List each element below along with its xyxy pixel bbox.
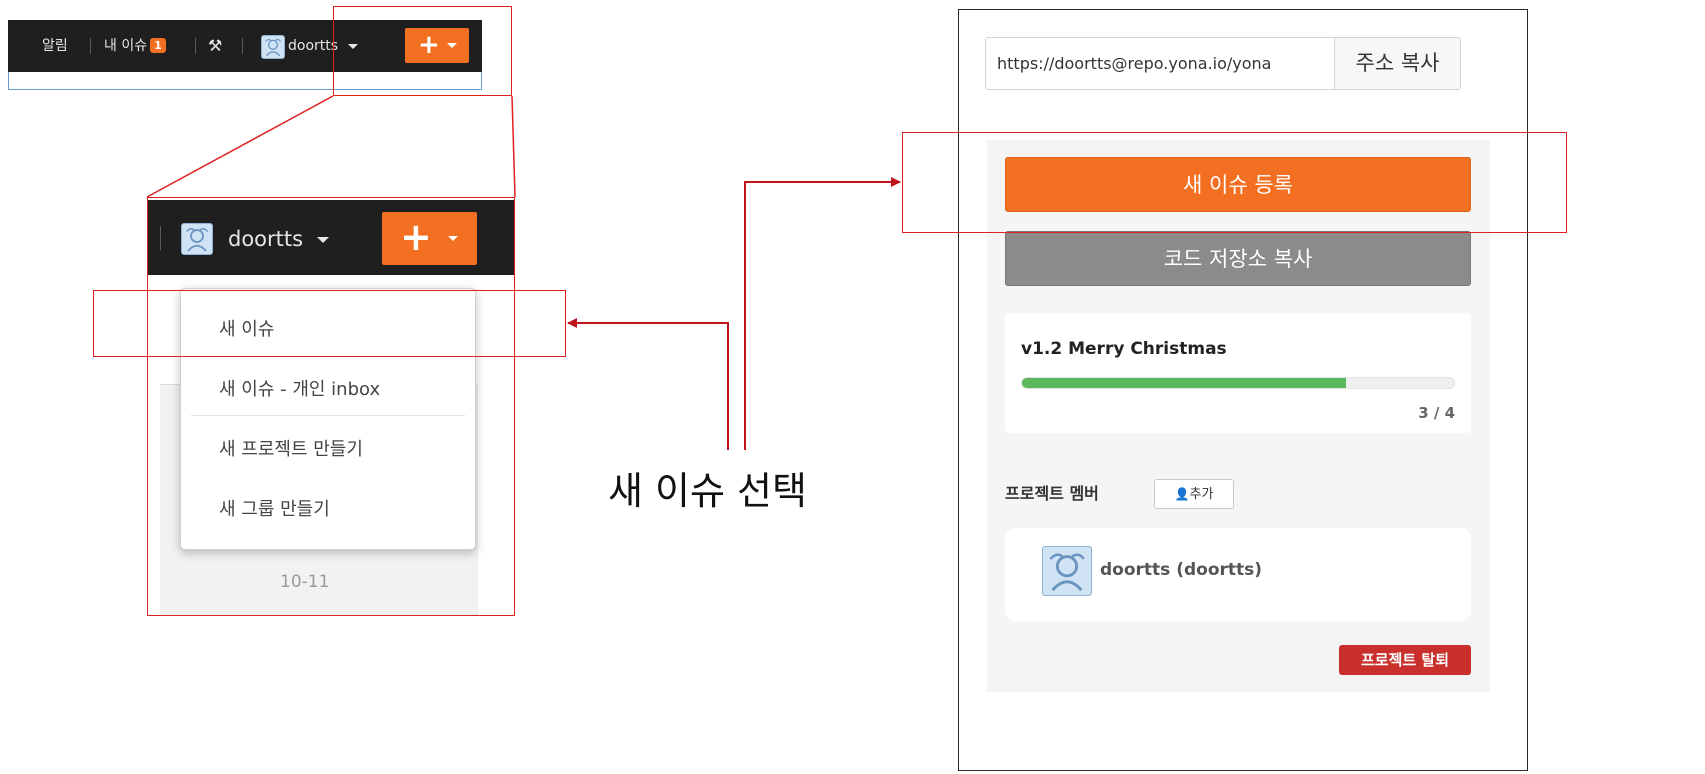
project-members-heading: 프로젝트 멤버 [1005,484,1099,503]
milestone-count: 3 / 4 [1418,404,1455,422]
nav-divider [90,38,91,54]
user-avatar[interactable] [261,35,285,59]
callout-label: 새 이슈 선택 [608,469,807,513]
highlight-new-issue-button [902,132,1567,233]
arrow-to-new-issue-button [744,177,901,450]
my-issues-label: 내 이슈 [104,38,148,54]
copy-url-button[interactable]: 주소 복사 [1334,37,1461,90]
clone-url-text: https://doortts@repo.yona.io/yona [997,54,1272,73]
nav-divider [195,38,196,54]
nav-divider [242,38,243,54]
arrow-to-menu-item [567,318,729,450]
highlight-new-issue-item [93,290,566,357]
username-label: doortts [288,38,339,54]
member-name[interactable]: doortts (doortts) [1100,560,1262,580]
tools-icon[interactable]: ⚒ [208,20,222,72]
milestone-title[interactable]: v1.2 Merry Christmas [1021,339,1227,359]
highlight-zoom-frame [147,197,515,616]
milestone-progress-fill [1022,378,1346,388]
add-member-button[interactable]: 👤추가 [1154,479,1234,509]
zoom-connector-line [511,95,516,198]
zoom-connector-line [146,95,334,198]
my-issues-link[interactable]: 내 이슈 1 [104,20,166,72]
leave-project-button[interactable]: 프로젝트 탈퇴 [1339,645,1471,675]
add-member-label: 추가 [1189,487,1214,502]
add-user-icon: 👤 [1174,487,1190,501]
notifications-link[interactable]: 알림 [42,20,68,72]
milestone-progress-bar [1021,377,1455,389]
highlight-create-button [333,6,512,96]
member-avatar[interactable] [1042,546,1092,596]
my-issues-count-badge: 1 [150,38,166,53]
fork-repository-button[interactable]: 코드 저장소 복사 [1005,231,1471,286]
